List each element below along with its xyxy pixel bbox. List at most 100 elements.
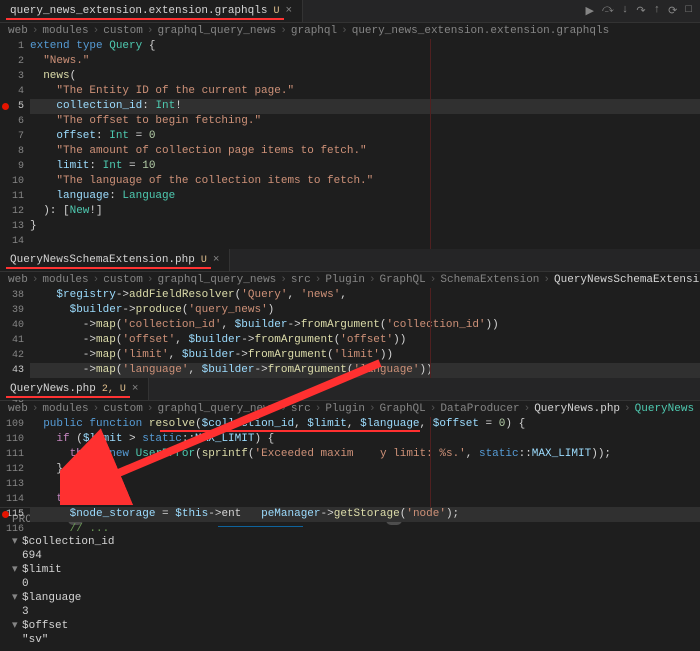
line-number[interactable]: 112	[0, 462, 24, 477]
code-line[interactable]: news(	[30, 69, 700, 84]
code-line[interactable]: throw new UserError(sprintf('Exceeded ma…	[30, 447, 700, 462]
debug-console-line[interactable]: ▾$language	[12, 591, 688, 605]
code-line[interactable]: try {	[30, 492, 700, 507]
line-number[interactable]: 109	[0, 417, 24, 432]
debug-console-line[interactable]: ▾$limit	[12, 563, 688, 577]
line-number[interactable]: 1	[0, 39, 24, 54]
line-number[interactable]: 114	[0, 492, 24, 507]
line-number[interactable]: 41	[0, 333, 24, 348]
code-line[interactable]: }	[30, 219, 700, 234]
close-icon[interactable]: ×	[213, 254, 220, 266]
line-number[interactable]: 39	[0, 303, 24, 318]
debug-restart-icon[interactable]: ⟳	[668, 4, 677, 18]
code-line[interactable]: offset: Int = 0	[30, 129, 700, 144]
breadcrumb-segment[interactable]: src	[291, 274, 311, 286]
line-number[interactable]: 115	[0, 507, 24, 522]
code-line[interactable]: public function resolve($collection_id, …	[30, 417, 700, 432]
breadcrumb-segment[interactable]: web	[8, 274, 28, 286]
breadcrumb-segment[interactable]: modules	[42, 25, 88, 37]
line-number[interactable]: 38	[0, 288, 24, 303]
code-line[interactable]: collection_id: Int!	[30, 99, 700, 114]
code-area[interactable]: extend type Query { "News." news( "The E…	[30, 39, 700, 249]
breadcrumb-segment[interactable]: GraphQL	[380, 274, 426, 286]
breadcrumb-segment[interactable]: custom	[103, 25, 143, 37]
breadcrumb-segment[interactable]: graphql_query_news	[157, 274, 276, 286]
line-number[interactable]: 11	[0, 189, 24, 204]
tab-schema-extension[interactable]: QueryNewsSchemaExtension.php U ×	[0, 249, 230, 271]
breadcrumb-segment[interactable]: graphql_query_news	[157, 25, 276, 37]
code-line[interactable]: "The language of the collection items to…	[30, 174, 700, 189]
code-line[interactable]: $builder->produce('query_news')	[30, 303, 700, 318]
chevron-icon[interactable]: ▾	[12, 619, 22, 633]
debug-console-line[interactable]: 0	[12, 577, 688, 591]
close-icon[interactable]: ×	[132, 383, 139, 395]
code-line[interactable]: // ...	[30, 522, 700, 537]
debug-console-line[interactable]: 694	[12, 549, 688, 563]
code-line[interactable]: limit: Int = 10	[30, 159, 700, 174]
close-icon[interactable]: ×	[285, 5, 292, 17]
breadcrumb-segment[interactable]: Plugin	[325, 274, 365, 286]
line-number[interactable]: 42	[0, 348, 24, 363]
code-line[interactable]: $registry->addFieldResolver('Query', 'ne…	[30, 288, 700, 303]
line-number[interactable]: 6	[0, 114, 24, 129]
debug-stop-icon[interactable]: □	[685, 4, 692, 18]
code-line[interactable]: ->map('offset', $builder->fromArgument('…	[30, 333, 700, 348]
line-number[interactable]: 110	[0, 432, 24, 447]
tab-query-news[interactable]: QueryNews.php 2, U ×	[0, 378, 149, 400]
line-number[interactable]: 8	[0, 144, 24, 159]
line-number[interactable]: 40	[0, 318, 24, 333]
tab-graphqls[interactable]: query_news_extension.extension.graphqls …	[0, 0, 303, 22]
debug-console-line[interactable]: 3	[12, 605, 688, 619]
code-line[interactable]: ->map('language', $builder->fromArgument…	[30, 363, 700, 378]
breadcrumb-top[interactable]: web›modules›custom›graphql_query_news›gr…	[0, 23, 700, 39]
line-number[interactable]: 3	[0, 69, 24, 84]
code-line[interactable]: ->map('collection_id', $builder->fromArg…	[30, 318, 700, 333]
line-number[interactable]: 14	[0, 234, 24, 249]
code-line[interactable]: "The amount of collection page items to …	[30, 144, 700, 159]
debug-step-over-icon[interactable]: ⤼	[602, 4, 614, 18]
line-number[interactable]: 12	[0, 204, 24, 219]
debug-console-line[interactable]: ▾$collection_id	[12, 535, 688, 549]
chevron-icon[interactable]: ▾	[12, 535, 22, 549]
code-line[interactable]: if ($limit > static::MAX_LIMIT) {	[30, 432, 700, 447]
editor-bot[interactable]: 109110111112113114115116 public function…	[0, 417, 700, 507]
code-line[interactable]: "The Entity ID of the current page."	[30, 84, 700, 99]
code-line[interactable]: }	[30, 462, 700, 477]
breadcrumb-segment[interactable]: graphql	[291, 25, 337, 37]
debug-step-into-icon[interactable]: ↓	[622, 4, 629, 18]
line-number[interactable]: 9	[0, 159, 24, 174]
line-number[interactable]: 43	[0, 363, 24, 378]
breadcrumb-segment[interactable]: web	[8, 25, 28, 37]
code-line[interactable]: ->map('limit', $builder->fromArgument('l…	[30, 348, 700, 363]
code-line[interactable]	[30, 477, 700, 492]
debug-console-line[interactable]: ▾$offset	[12, 619, 688, 633]
debug-continue-icon[interactable]: ▶	[586, 4, 594, 18]
line-number[interactable]: 10	[0, 174, 24, 189]
code-line[interactable]: language: Language	[30, 189, 700, 204]
debug-step-over-icon[interactable]: ↷	[636, 4, 645, 18]
code-line[interactable]: ): [New!]	[30, 204, 700, 219]
breadcrumb-segment[interactable]: query_news_extension.extension.graphqls	[352, 25, 609, 37]
debug-console-body[interactable]: ▾$collection_id694▾$limit0▾$language3▾$o…	[0, 531, 700, 651]
code-line[interactable]: "News."	[30, 54, 700, 69]
line-number[interactable]: 4	[0, 84, 24, 99]
debug-console-line[interactable]: "sv"	[12, 633, 688, 647]
code-line[interactable]: extend type Query {	[30, 39, 700, 54]
breadcrumb-mid[interactable]: web›modules›custom›graphql_query_news›sr…	[0, 272, 700, 288]
chevron-icon[interactable]: ▾	[12, 563, 22, 577]
editor-top[interactable]: 1234567891011121314 extend type Query { …	[0, 39, 700, 249]
editor-mid[interactable]: 3839404142434445 $registry->addFieldReso…	[0, 288, 700, 378]
breadcrumb-segment[interactable]: custom	[103, 274, 143, 286]
line-number[interactable]: 13	[0, 219, 24, 234]
line-number[interactable]: 111	[0, 447, 24, 462]
code-line[interactable]: "The offset to begin fetching."	[30, 114, 700, 129]
chevron-icon[interactable]: ▾	[12, 591, 22, 605]
code-line[interactable]	[30, 234, 700, 249]
code-area[interactable]: public function resolve($collection_id, …	[30, 417, 700, 537]
line-number[interactable]: 113	[0, 477, 24, 492]
breadcrumb-segment[interactable]: SchemaExtension	[440, 274, 539, 286]
line-number[interactable]: 2	[0, 54, 24, 69]
line-number[interactable]: 116	[0, 522, 24, 537]
line-number[interactable]: 5	[0, 99, 24, 114]
line-number[interactable]: 7	[0, 129, 24, 144]
